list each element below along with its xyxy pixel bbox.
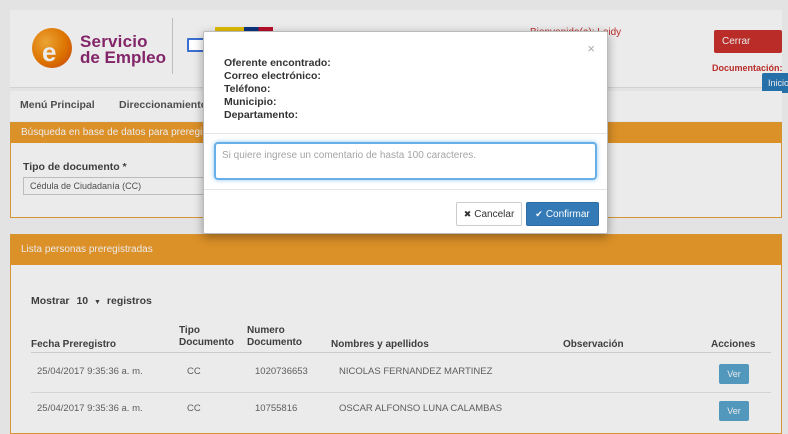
modal-divider — [204, 133, 607, 134]
info-oferente: Oferente encontrado: — [224, 57, 331, 69]
confirm-label: Confirmar — [545, 209, 590, 220]
info-municipio: Municipio: — [224, 96, 277, 108]
cancel-label: Cancelar — [474, 209, 515, 220]
times-icon: ✖ — [463, 209, 472, 219]
confirm-button[interactable]: ✔ Confirmar — [526, 202, 599, 226]
info-telefono: Teléfono: — [224, 83, 271, 95]
comment-input[interactable] — [214, 142, 597, 180]
modal-footer-divider — [204, 189, 607, 190]
candidate-info: Oferente encontrado: Correo electrónico:… — [224, 57, 331, 122]
cancel-button[interactable]: ✖ Cancelar — [456, 202, 522, 226]
confirm-modal: × Oferente encontrado: Correo electrónic… — [203, 31, 608, 234]
check-icon: ✔ — [535, 209, 543, 219]
info-departamento: Departamento: — [224, 109, 299, 121]
info-correo: Correo electrónico: — [224, 70, 321, 82]
close-icon[interactable]: × — [587, 41, 595, 56]
